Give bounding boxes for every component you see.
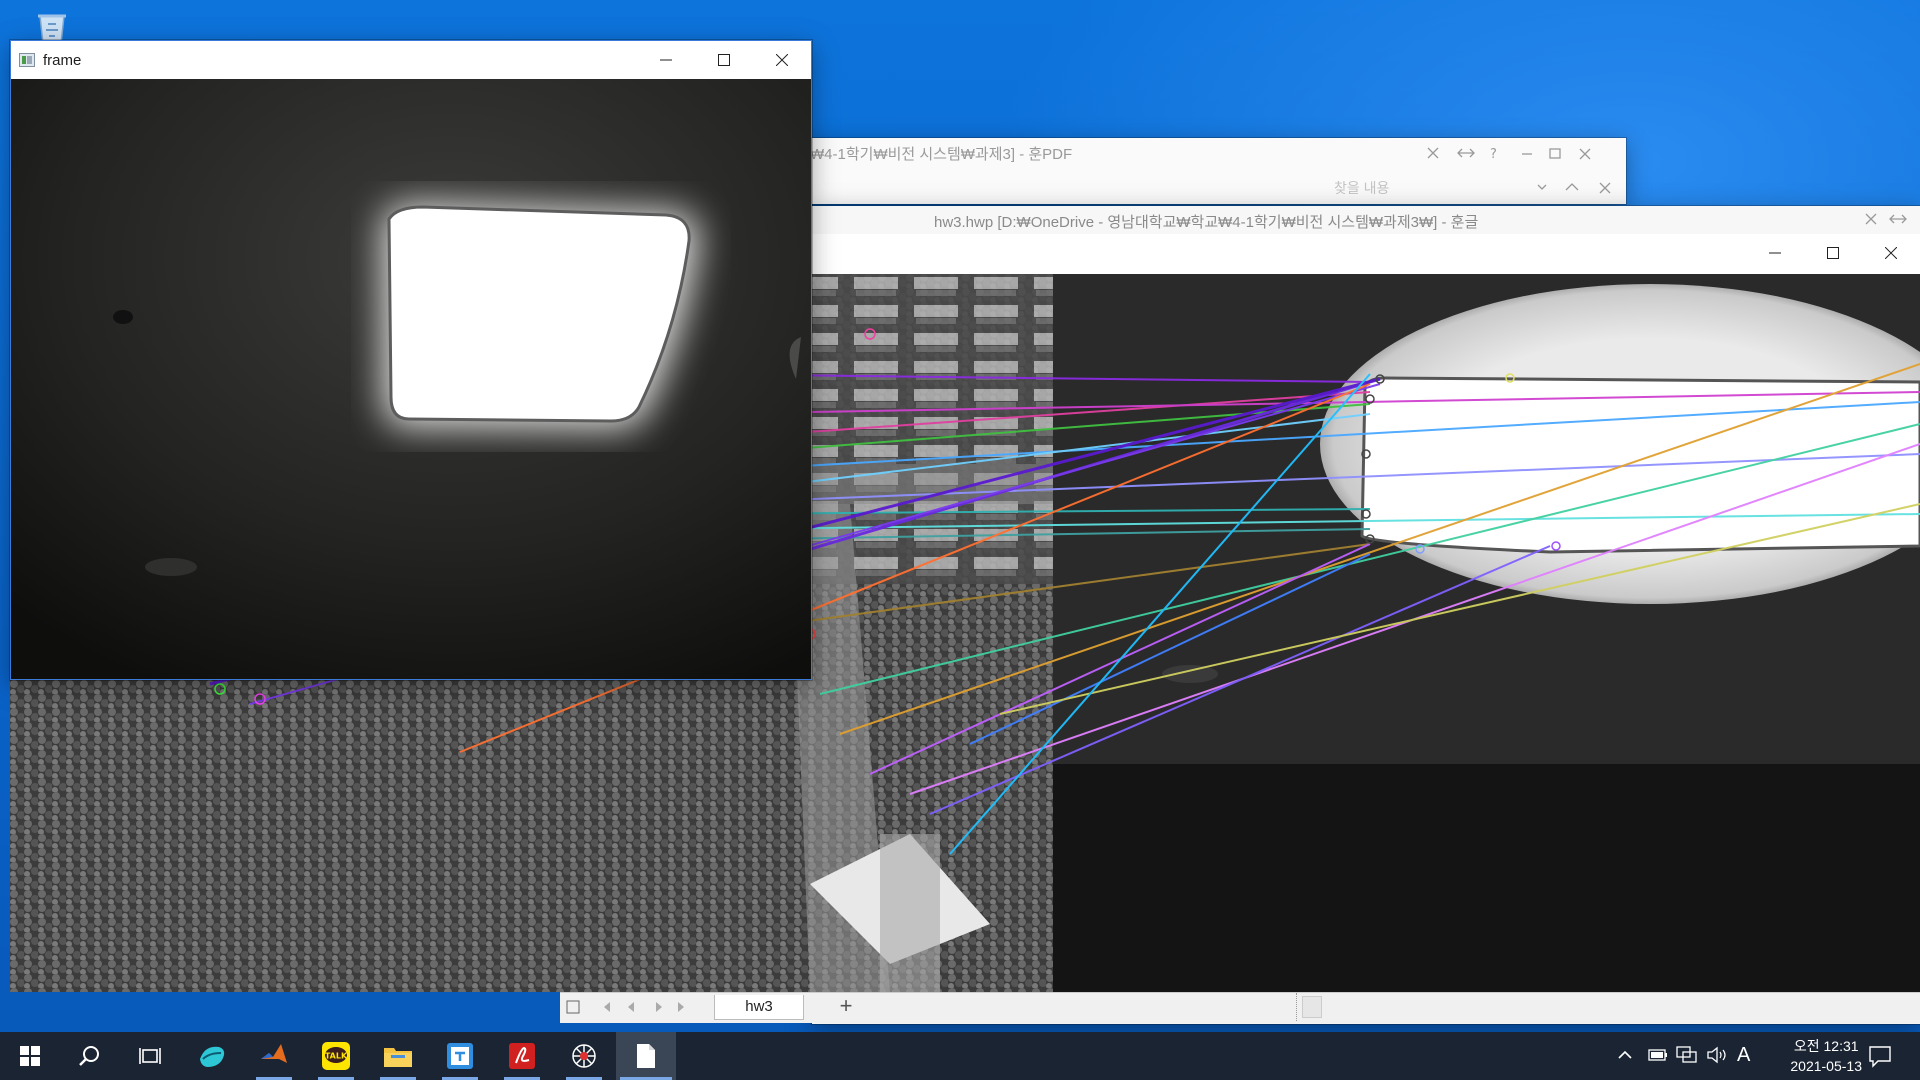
frame-window-title: frame bbox=[43, 51, 82, 69]
show-hidden-icons-chevron-icon[interactable] bbox=[1617, 1048, 1633, 1062]
minimize-button[interactable] bbox=[637, 41, 695, 79]
maximize-button[interactable] bbox=[1804, 234, 1862, 272]
close-button[interactable] bbox=[753, 41, 811, 79]
taskbar-app-file-explorer[interactable] bbox=[368, 1032, 428, 1080]
tab-nav-icons[interactable] bbox=[566, 999, 696, 1017]
taskbar-app-kakaotalk[interactable]: TALK bbox=[306, 1032, 366, 1080]
pdf-window-title: ₩4-1학기₩비전 시스템₩과제3] - 훈PDF bbox=[810, 146, 1073, 163]
start-button[interactable] bbox=[0, 1032, 60, 1080]
frame-titlebar[interactable]: frame bbox=[11, 41, 811, 79]
divider bbox=[1296, 993, 1298, 1021]
add-tab-button[interactable]: + bbox=[826, 993, 866, 1021]
svg-text:TALK: TALK bbox=[325, 1052, 348, 1061]
app-window-icon bbox=[19, 53, 35, 67]
hwp-title-controls[interactable] bbox=[1862, 212, 1912, 228]
spider-app-icon bbox=[572, 1044, 596, 1068]
matlab-icon bbox=[261, 1044, 287, 1063]
search-button[interactable] bbox=[60, 1032, 120, 1080]
battery-icon[interactable] bbox=[1648, 1048, 1668, 1062]
camera-frame-image bbox=[11, 79, 811, 679]
hwp-window-title: hw3.hwp [D:₩OneDrive - 영남대학교₩학교₩4-1학기₩비전… bbox=[934, 214, 1479, 231]
task-view-button[interactable] bbox=[120, 1032, 180, 1080]
pdf-search-controls[interactable] bbox=[1534, 178, 1624, 198]
windows-icon bbox=[20, 1046, 40, 1066]
maximize-button[interactable] bbox=[695, 41, 753, 79]
pdf-viewer-window[interactable]: ₩4-1학기₩비전 시스템₩과제3] - 훈PDF ? 찾을 내용 bbox=[760, 138, 1626, 204]
clock-time: 오전 12:31 bbox=[1793, 1038, 1859, 1054]
task-view-icon bbox=[139, 1048, 161, 1064]
hancom-docs-icon bbox=[447, 1043, 473, 1069]
taskbar-app-hancom[interactable] bbox=[430, 1032, 490, 1080]
document-icon bbox=[637, 1044, 655, 1068]
recycle-bin-icon[interactable] bbox=[22, 10, 72, 45]
clock-date: 2021-05-13 bbox=[1790, 1058, 1862, 1074]
hwp-title-strip: hw3.hwp [D:₩OneDrive - 영남대학교₩학교₩4-1학기₩비전… bbox=[812, 206, 1920, 235]
clock[interactable]: 오전 12:31 2021-05-13 bbox=[1790, 1036, 1862, 1076]
sheet-tab-hw3[interactable]: hw3 bbox=[714, 995, 804, 1020]
acrobat-icon bbox=[509, 1043, 535, 1069]
minimize-button[interactable] bbox=[1746, 234, 1804, 272]
pdf-search-input[interactable]: 찾을 내용 bbox=[1334, 178, 1389, 198]
hwp-sheet-tab-bar: hw3 + bbox=[560, 992, 1920, 1023]
notification-center-icon[interactable] bbox=[1868, 1044, 1892, 1068]
taskbar: TALK A 오전 12:31 2021-05-13 bbox=[0, 1032, 1920, 1080]
close-button[interactable] bbox=[1862, 234, 1920, 272]
scroll-left-button[interactable] bbox=[1302, 996, 1322, 1018]
taskbar-app-spider[interactable] bbox=[554, 1032, 614, 1080]
network-icon[interactable] bbox=[1676, 1045, 1698, 1065]
pdf-window-controls[interactable]: ? bbox=[1424, 146, 1614, 162]
kakaotalk-icon: TALK bbox=[322, 1042, 350, 1070]
taskbar-app-matlab[interactable] bbox=[244, 1032, 304, 1080]
volume-icon[interactable] bbox=[1706, 1045, 1728, 1065]
search-icon bbox=[79, 1046, 99, 1066]
taskbar-app-document[interactable] bbox=[616, 1032, 676, 1080]
folder-icon bbox=[384, 1048, 412, 1067]
ime-indicator[interactable]: A bbox=[1737, 1044, 1750, 1067]
taskbar-app-whale[interactable] bbox=[182, 1032, 242, 1080]
whale-browser-icon bbox=[200, 1046, 225, 1067]
taskbar-app-acrobat[interactable] bbox=[492, 1032, 552, 1080]
svg-text:?: ? bbox=[1490, 147, 1497, 162]
frame-window[interactable]: frame bbox=[10, 40, 812, 680]
